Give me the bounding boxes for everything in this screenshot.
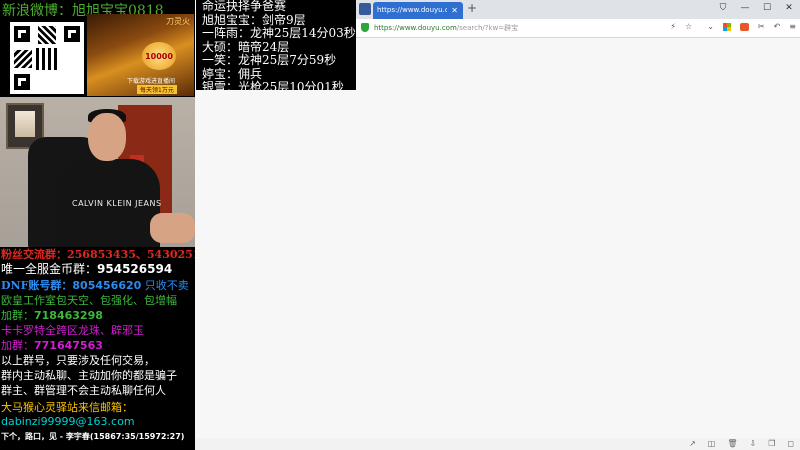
tab-close-icon[interactable]: ✕ [451,2,458,19]
now-playing: 下个，路口，见 - 李宇春(15867:35/15972:27) [1,432,185,441]
kaka-join-line: 加群：771647563 [1,338,103,353]
close-button[interactable]: ✕ [784,3,794,13]
kaka-text: 卡卡罗特全跨区龙珠、辟邪玉 [1,324,144,337]
ad-download-text: 下载游戏进直播间 [127,78,176,85]
stream-overlay-panel: 新浪微博：旭旭宝宝0818 刀灵火 10000 下载游戏进直播间 每天领1万元 … [0,0,195,450]
streamer-shirt: CALVIN KLEIN JEANS [56,159,162,247]
extension-icon[interactable] [739,22,749,31]
studio-join-number: 718463298 [34,309,103,322]
dnf-group-number: 805456620 [72,279,142,292]
share-icon[interactable]: ↗ [689,439,696,448]
url-domain: https://www.douyu.com [374,24,457,32]
dropdown-chevron-icon[interactable]: ⌄ [707,22,714,31]
window-controls: ⛉ — ☐ ✕ [718,3,794,13]
address-toolbar: ⚡ ☆ ⌄ ✂ ↶ ≡ [670,22,796,31]
tab-title: https://www.douyu.com/sea [377,6,447,14]
dnf-group-line: DNF账号群：805456620 只收不卖 [1,278,189,293]
fullscreen-icon[interactable]: ◻ [787,439,794,448]
split-view-icon[interactable]: ◫ [708,439,716,448]
rank-line: 大硕：暗帝24层 [202,39,290,54]
download-icon[interactable]: ⇩ [749,439,756,448]
security-shield-icon[interactable] [361,23,369,32]
warning-line-1: 以上群号，只要涉及任何交易， [1,354,155,367]
gold-group-label: 唯一全服金币群： [1,262,98,276]
status-bar: ↗ ◫ 🗑 ⇩ ❐ ◻ [195,438,800,450]
streamer-arm [150,213,195,243]
shirt-logo: CALVIN KLEIN JEANS [72,199,162,208]
apps-grid-icon[interactable] [722,22,731,31]
studio-join-label: 加群： [1,309,34,322]
warning-line-3: 群主、群管理不会主动私聊任何人 [1,384,166,397]
sidebar-panel-icon[interactable]: ⛉ [718,3,728,13]
warning-line-2: 群内主动私聊、主动加你的都是骗子 [1,369,177,382]
ad-corner-text: 刀灵火 [166,17,190,26]
gold-group-number: 954526594 [97,262,173,276]
rank-line: 银雪：光枪25层10分01秒 [202,80,344,90]
rank-title: 命运抉择争爸赛 [202,0,287,13]
minimize-button[interactable]: — [740,3,750,13]
gold-group-line: 唯一全服金币群：954526594 [1,262,172,277]
kaka-join-label: 加群： [1,339,34,352]
scissors-icon[interactable]: ✂ [758,22,765,31]
rank-line: 旭旭宝宝：剑帝9层 [202,12,306,27]
webcam-video: CALVIN KLEIN JEANS [0,97,195,247]
page-content-blank [195,38,800,438]
dnf-group-label: DNF账号群： [1,279,73,292]
rank-line: 一笑：龙神25层7分59秒 [202,53,337,67]
ad-button: 每天领1万元 [137,85,177,94]
new-tab-button[interactable]: + [467,1,477,15]
rank-line: 婷宝：佣兵 [202,66,263,81]
mailbox-label: 大马猴心灵驿站来信邮箱： [1,401,133,414]
window-icon[interactable]: ❐ [768,439,775,448]
qr-code [10,22,84,94]
address-bar[interactable]: https://www.douyu.com/search/?kw=辟宝 ⚡ ☆ … [355,19,800,38]
menu-icon[interactable]: ≡ [789,22,796,31]
fan-group-text: 粉丝交流群：256853435、543025115 [1,248,195,261]
url-text[interactable]: https://www.douyu.com/search/?kw=辟宝 [374,23,518,33]
game-ad-banner: 刀灵火 10000 下载游戏进直播间 每天领1万元 [87,14,194,96]
trash-icon[interactable]: 🗑 [727,439,737,448]
kaka-join-number: 771647563 [34,339,103,352]
bookmark-star-icon[interactable]: ☆ [685,22,692,31]
url-path: /search/?kw=辟宝 [456,24,519,32]
tab-bar: https://www.douyu.com/sea ✕ + ⛉ — ☐ ✕ [355,0,800,19]
ad-coin: 10000 [142,42,176,70]
dnf-group-note: 只收不卖 [144,279,189,292]
sidebar-toggle-icon[interactable] [359,3,371,15]
rank-line: 一阵雨：龙神25层14分03秒 [202,26,356,40]
mailbox-address: dabinzi99999@163.com [1,415,135,428]
streamer-face [88,113,126,161]
studio-join-line: 加群：718463298 [1,308,103,323]
rank-overlay: 命运抉择争爸赛 旭旭宝宝：剑帝9层 一阵雨：龙神25层14分03秒 大硕：暗帝2… [196,0,356,90]
studio-text: 欧皇工作室包天空、包强化、包增幅 [1,294,177,307]
lightning-icon[interactable]: ⚡ [670,22,676,31]
maximize-button[interactable]: ☐ [762,3,772,13]
tab-douyu[interactable]: https://www.douyu.com/sea ✕ [373,2,463,19]
undo-icon[interactable]: ↶ [774,22,781,31]
